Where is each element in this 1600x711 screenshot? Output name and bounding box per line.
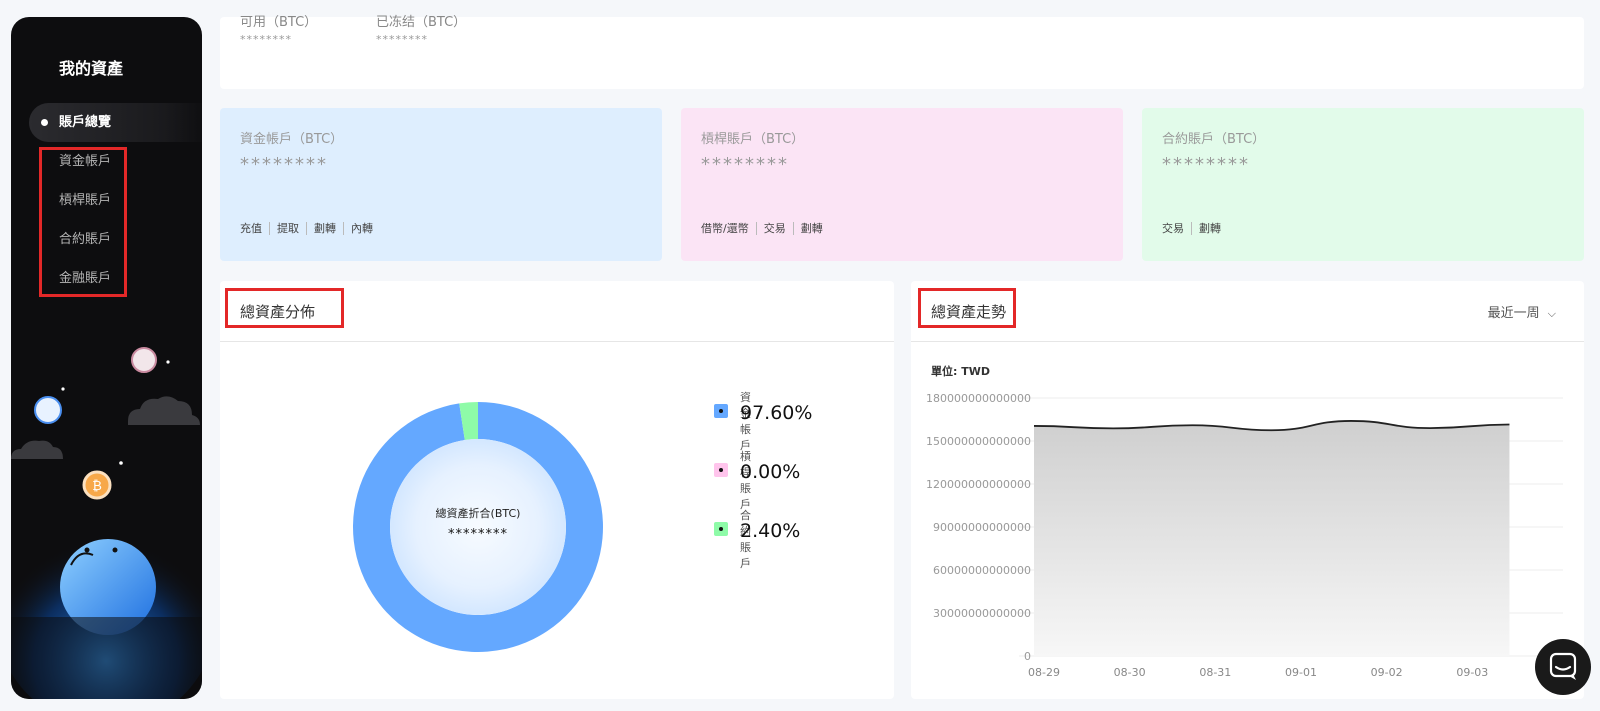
legend-swatch [714, 463, 728, 477]
margin-account-card: 槓桿賬戶（BTC） ******** 借幣/還幣 交易 劃轉 [681, 108, 1123, 261]
transfer-link[interactable]: 劃轉 [792, 222, 830, 235]
sidebar-item-finance[interactable]: 金融賬戶 [29, 259, 202, 298]
sidebar: 我的資產 賬戶總覽 資金帳戶 槓桿賬戶 合約賬戶 金融賬戶 ₿ [11, 17, 202, 699]
legend-value: 2.40% [740, 520, 801, 542]
sidebar-item-futures[interactable]: 合約賬戶 [29, 220, 202, 259]
chat-icon [1549, 652, 1577, 680]
sidebar-item-label: 合約賬戶 [59, 232, 112, 247]
account-value: ******** [1162, 154, 1250, 175]
account-label: 合約賬戶（BTC） [1162, 132, 1266, 147]
x-tick-label: 08-29 [1028, 666, 1060, 679]
sparkle-icon [119, 461, 123, 465]
trade-link[interactable]: 交易 [755, 222, 793, 235]
panel-header: 總資產走勢 最近一周 ⌵ [911, 281, 1584, 342]
donut-center-value: ******** [448, 527, 508, 542]
chat-support-button[interactable] [1535, 639, 1591, 695]
account-actions: 充值 提取 劃轉 內轉 [240, 222, 380, 235]
transfer-link[interactable]: 劃轉 [1191, 222, 1228, 235]
page: 我的資產 賬戶總覽 資金帳戶 槓桿賬戶 合約賬戶 金融賬戶 ₿ 可用（BTC） … [0, 0, 1600, 711]
deposit-link[interactable]: 充值 [240, 222, 269, 235]
y-tick-label: 120000000000000 [926, 478, 1031, 491]
internal-transfer-link[interactable]: 內轉 [343, 222, 380, 235]
available-label: 可用（BTC） [240, 15, 318, 30]
sidebar-item-label: 槓桿賬戶 [59, 193, 112, 208]
coin-icon [131, 347, 157, 373]
x-tick-label: 09-01 [1285, 666, 1317, 679]
time-range-label: 最近一周 [1487, 306, 1540, 321]
transfer-link[interactable]: 劃轉 [306, 222, 343, 235]
x-tick-label: 08-31 [1199, 666, 1231, 679]
sidebar-title: 我的資產 [59, 59, 124, 78]
sidebar-nav: 賬戶總覽 資金帳戶 槓桿賬戶 合約賬戶 金融賬戶 [29, 103, 202, 298]
active-dot-icon [41, 119, 48, 126]
y-tick-label: 0 [1024, 650, 1031, 663]
unit-label: 單位: TWD [931, 364, 990, 378]
distribution-title: 總資產分佈 [240, 303, 316, 321]
balance-summary-card: 可用（BTC） ******** 已冻结（BTC） ******** [220, 15, 1584, 89]
panel-header: 總資產分佈 [220, 281, 894, 342]
account-label: 槓桿賬戶（BTC） [701, 132, 805, 147]
trade-link[interactable]: 交易 [1162, 222, 1191, 235]
account-actions: 交易 劃轉 [1162, 222, 1228, 235]
legend-value: 0.00% [740, 461, 801, 483]
legend-swatch [714, 522, 728, 536]
x-tick-label: 09-03 [1456, 666, 1488, 679]
futures-account-card: 合約賬戶（BTC） ******** 交易 劃轉 [1142, 108, 1584, 261]
y-tick-label: 60000000000000 [933, 564, 1031, 577]
trend-title: 總資產走勢 [931, 303, 1007, 321]
sidebar-item-funding[interactable]: 資金帳戶 [29, 142, 202, 181]
time-range-select[interactable]: 最近一周 ⌵ [1488, 302, 1556, 321]
sidebar-item-margin[interactable]: 槓桿賬戶 [29, 181, 202, 220]
chevron-down-icon: ⌵ [1547, 307, 1556, 320]
legend-value: 97.60% [740, 402, 813, 424]
x-tick-label: 09-02 [1371, 666, 1403, 679]
asset-trend-chart: 單位: TWD 0 30000000000000 60000000000000 900… [926, 364, 1574, 679]
funding-account-card: 資金帳戶（BTC） ******** 充值 提取 劃轉 內轉 [220, 108, 662, 261]
sidebar-illustration: ₿ [11, 347, 202, 699]
frozen-value: ******** [376, 33, 428, 46]
sparkle-icon [166, 360, 170, 364]
coin-icon [34, 396, 62, 424]
withdraw-link[interactable]: 提取 [269, 222, 306, 235]
trend-line [1033, 420, 1510, 432]
donut-center-label: 總資產折合(BTC) [436, 506, 521, 520]
y-tick-label: 30000000000000 [933, 607, 1031, 620]
legend-swatch [714, 404, 728, 418]
account-actions: 借幣/還幣 交易 劃轉 [701, 222, 830, 235]
y-tick-label: 90000000000000 [933, 521, 1031, 534]
sidebar-item-overview[interactable]: 賬戶總覽 [29, 103, 202, 142]
sparkle-icon [61, 387, 65, 391]
asset-distribution-panel: 總資產分佈 總資產折合(BTC) ******** 資金帳戶 97.60% 槓桿… [220, 281, 894, 699]
account-value: ******** [701, 154, 789, 175]
borrow-repay-link[interactable]: 借幣/還幣 [701, 222, 756, 235]
account-value: ******** [240, 154, 328, 175]
available-value: ******** [240, 33, 292, 46]
frozen-balance: 已冻结（BTC） ******** [376, 15, 466, 46]
account-label: 資金帳戶（BTC） [240, 132, 344, 147]
frozen-label: 已冻结（BTC） [376, 15, 467, 30]
sidebar-item-label: 賬戶總覽 [59, 115, 112, 130]
asset-trend-panel: 總資產走勢 最近一周 ⌵ 單位: TWD 0 30000000000000 60000… [911, 281, 1584, 699]
x-tick-label: 08-30 [1114, 666, 1146, 679]
trend-area [1034, 420, 1510, 656]
available-balance: 可用（BTC） ******** [240, 15, 317, 46]
sidebar-item-label: 金融賬戶 [59, 271, 112, 286]
sidebar-item-label: 資金帳戶 [59, 154, 112, 169]
svg-text:₿: ₿ [92, 479, 102, 494]
y-tick-label: 150000000000000 [926, 435, 1031, 448]
y-tick-label: 180000000000000 [926, 392, 1031, 405]
